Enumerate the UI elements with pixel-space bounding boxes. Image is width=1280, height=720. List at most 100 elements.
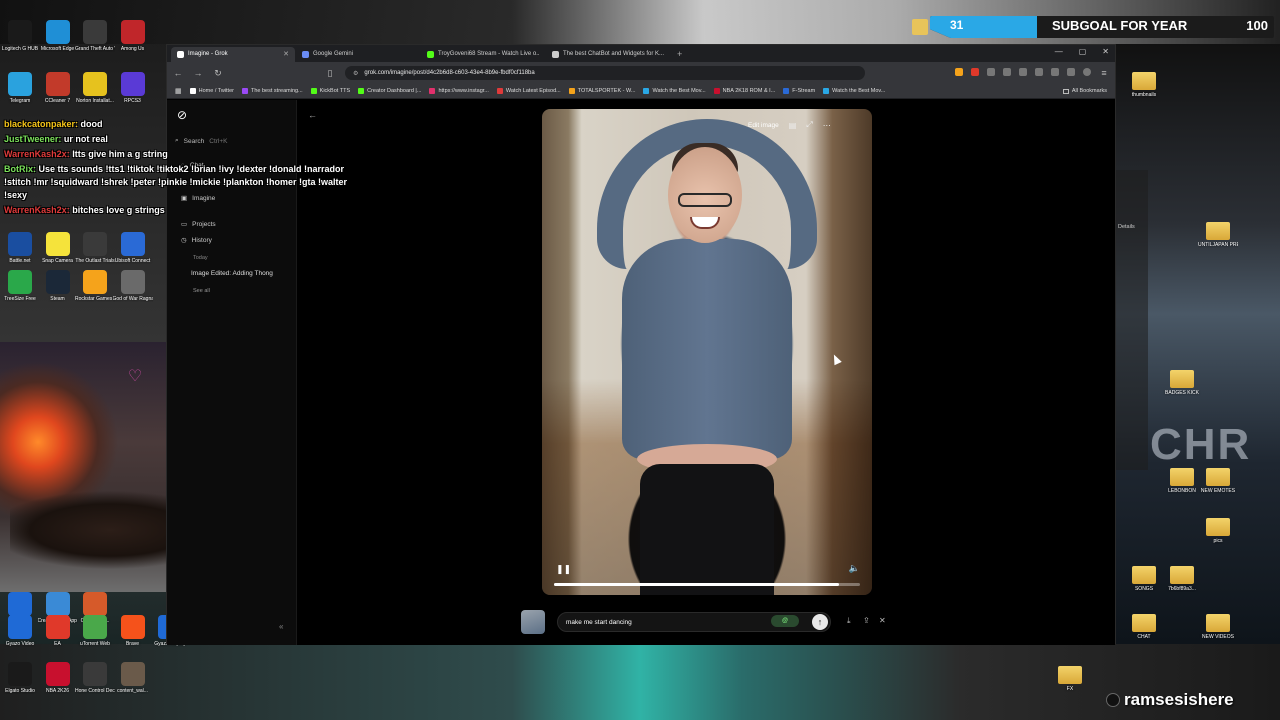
prompt-input[interactable]: [566, 618, 766, 626]
desktop-shortcut[interactable]: Ubisoft Connect: [113, 232, 153, 264]
desktop-shortcut[interactable]: EA: [38, 615, 78, 647]
desktop-shortcut[interactable]: Battle.net: [0, 232, 40, 264]
close-tab-icon[interactable]: ✕: [283, 47, 289, 62]
bookmark-item[interactable]: Watch Latest Episod...: [496, 88, 561, 94]
bookmark-item[interactable]: The best streaming...: [241, 88, 303, 94]
bookmark-item[interactable]: Watch the Best Mov...: [823, 88, 885, 94]
bookmarks-bar: ▦ Home / Twitter The best streaming... Kic…: [167, 84, 1115, 99]
desktop-shortcut[interactable]: Among Us: [113, 20, 153, 52]
desktop-folder[interactable]: NEW EMOTES: [1198, 468, 1238, 494]
desktop-folder[interactable]: CHAT: [1124, 614, 1164, 640]
frames-icon[interactable]: ▤: [789, 121, 797, 130]
bookmark-item[interactable]: F-Stream: [783, 88, 815, 94]
extension-icon[interactable]: [1019, 68, 1027, 76]
bookmark-item[interactable]: KickBot TTS: [310, 88, 350, 94]
menu-icon[interactable]: ≡: [1099, 68, 1109, 78]
close-icon[interactable]: ✕: [879, 616, 886, 625]
desktop-shortcut[interactable]: TreeSize Free: [0, 270, 40, 302]
expand-icon[interactable]: ⤢: [806, 120, 812, 130]
extension-icon[interactable]: [1051, 68, 1059, 76]
extension-icon[interactable]: [1003, 68, 1011, 76]
desktop-shortcut[interactable]: Norton Installat...: [75, 72, 115, 104]
sidebar-item-projects[interactable]: ▭ Projects: [181, 220, 216, 229]
extension-icon[interactable]: [1035, 68, 1043, 76]
browser-tab[interactable]: Imagine - Grok ✕: [171, 47, 295, 62]
bookmark-item[interactable]: NBA 2K18 ROM & I...: [713, 88, 776, 94]
collapse-sidebar-icon[interactable]: «: [279, 622, 283, 631]
desktop-shortcut[interactable]: Snap Camera: [38, 232, 78, 264]
desktop-folder[interactable]: 7b6bf89a3...: [1162, 566, 1202, 592]
pause-icon[interactable]: ❚❚: [556, 564, 571, 575]
history-item[interactable]: Image Edited: Adding Thong: [191, 270, 295, 277]
desktop-folder[interactable]: BADGES KICK: [1162, 370, 1202, 396]
minimize-icon[interactable]: —: [1055, 47, 1063, 56]
desktop-shortcut[interactable]: God of War Ragnarok: [113, 270, 153, 302]
desktop-folder[interactable]: SONGS: [1124, 566, 1164, 592]
desktop-folder[interactable]: LEBONBON: [1162, 468, 1202, 494]
bookmark-item[interactable]: https://www.instagr...: [429, 88, 489, 94]
close-window-icon[interactable]: ✕: [1102, 47, 1109, 56]
forward-icon[interactable]: →: [193, 68, 203, 78]
share-icon[interactable]: ⇪: [863, 616, 870, 625]
desktop-shortcut[interactable]: Microsoft Edge: [38, 20, 78, 52]
desktop-folder[interactable]: NEW VIDEOS: [1198, 614, 1238, 640]
url-field[interactable]: ⚙ grok.com/imagine/post/d4c2b6d8-c603-43…: [345, 66, 865, 80]
bookmark-item[interactable]: Watch the Best Mov...: [643, 88, 706, 94]
desktop-shortcut[interactable]: RPCS3: [113, 72, 153, 104]
desktop-shortcut[interactable]: uTorrent Web: [75, 615, 115, 647]
desktop-folder[interactable]: thumbnails: [1124, 72, 1164, 98]
extension-icon[interactable]: [987, 68, 995, 76]
extension-icon[interactable]: [971, 68, 979, 76]
generated-video[interactable]: Edit image ▤ ⤢ ⋯ ❚❚ 🔈: [542, 109, 872, 595]
prompt-badge[interactable]: @: [771, 615, 799, 627]
desktop-shortcut[interactable]: Gyazo Video: [0, 615, 40, 647]
site-info-icon[interactable]: ⚙: [353, 70, 358, 77]
desktop-folder[interactable]: pics: [1198, 518, 1238, 544]
maximize-icon[interactable]: ▢: [1079, 47, 1087, 56]
desktop-folder[interactable]: FX: [1050, 666, 1090, 692]
edit-image-button[interactable]: Edit image: [748, 122, 779, 129]
bookmark-icon[interactable]: ▯: [325, 68, 335, 79]
video-progress-bar[interactable]: [554, 583, 860, 586]
sidebar-item-history[interactable]: ◷ History: [181, 236, 212, 245]
new-tab-button[interactable]: +: [671, 47, 688, 62]
see-all-link[interactable]: See all: [193, 288, 210, 294]
desktop-shortcut[interactable]: The Outlast Trials: [75, 232, 115, 264]
bookmark-item[interactable]: TOTALSPORTEK - W...: [568, 88, 635, 94]
desktop-shortcut[interactable]: Logitech G HUB: [0, 20, 40, 52]
desktop-shortcut[interactable]: Hone Control Deck.exe: [75, 662, 115, 694]
desktop-shortcut-label: God of War Ragnarok: [112, 296, 153, 302]
volume-icon[interactable]: 🔈: [849, 563, 860, 574]
desktop-shortcut[interactable]: NBA 2K26: [38, 662, 78, 694]
extension-icon[interactable]: [955, 68, 963, 76]
chat-message: blackcatonpaker: dood: [4, 118, 349, 131]
desktop-shortcut[interactable]: Steam: [38, 270, 78, 302]
browser-tab[interactable]: Google Gemini: [296, 47, 420, 62]
download-icon[interactable]: ⤓: [847, 616, 851, 626]
desktop-shortcut-label: Steam: [50, 296, 65, 302]
desktop-shortcut[interactable]: Telegram: [0, 72, 40, 104]
more-icon[interactable]: ⋯: [823, 121, 831, 130]
desktop-shortcut[interactable]: Rockstar Games ...: [75, 270, 115, 302]
desktop-shortcut[interactable]: Elgato Studio: [0, 662, 40, 694]
send-button[interactable]: ↑: [812, 614, 828, 630]
desktop-shortcut-label: EA: [54, 641, 61, 647]
bookmark-item[interactable]: Creator Dashboard |...: [358, 88, 421, 94]
desktop-shortcut[interactable]: CCleaner 7: [38, 72, 78, 104]
desktop-shortcut[interactable]: content_wal...: [113, 662, 153, 694]
chat-text: ur not real: [63, 134, 108, 144]
desktop-folder[interactable]: UNTILJAPAN PRESET PA...: [1198, 222, 1238, 248]
back-icon[interactable]: ←: [173, 68, 183, 78]
bookmark-label: NBA 2K18 ROM & I...: [722, 88, 776, 94]
reload-icon[interactable]: ↻: [213, 68, 223, 79]
desktop-shortcut[interactable]: Grand Theft Auto V: [75, 20, 115, 52]
apps-icon[interactable]: ▦: [175, 87, 182, 95]
browser-tab[interactable]: TroyGoveni68 Stream - Watch Live o...: [421, 47, 545, 62]
bookmark-item[interactable]: Home / Twitter: [189, 88, 234, 94]
all-bookmarks[interactable]: All Bookmarks: [1062, 88, 1107, 94]
browser-tab[interactable]: The best ChatBot and Widgets for K...: [546, 47, 670, 62]
prompt-image-thumbnail[interactable]: [521, 610, 545, 634]
profile-icon[interactable]: [1083, 68, 1091, 76]
desktop-shortcut[interactable]: Brave: [113, 615, 153, 647]
extension-icon[interactable]: [1067, 68, 1075, 76]
